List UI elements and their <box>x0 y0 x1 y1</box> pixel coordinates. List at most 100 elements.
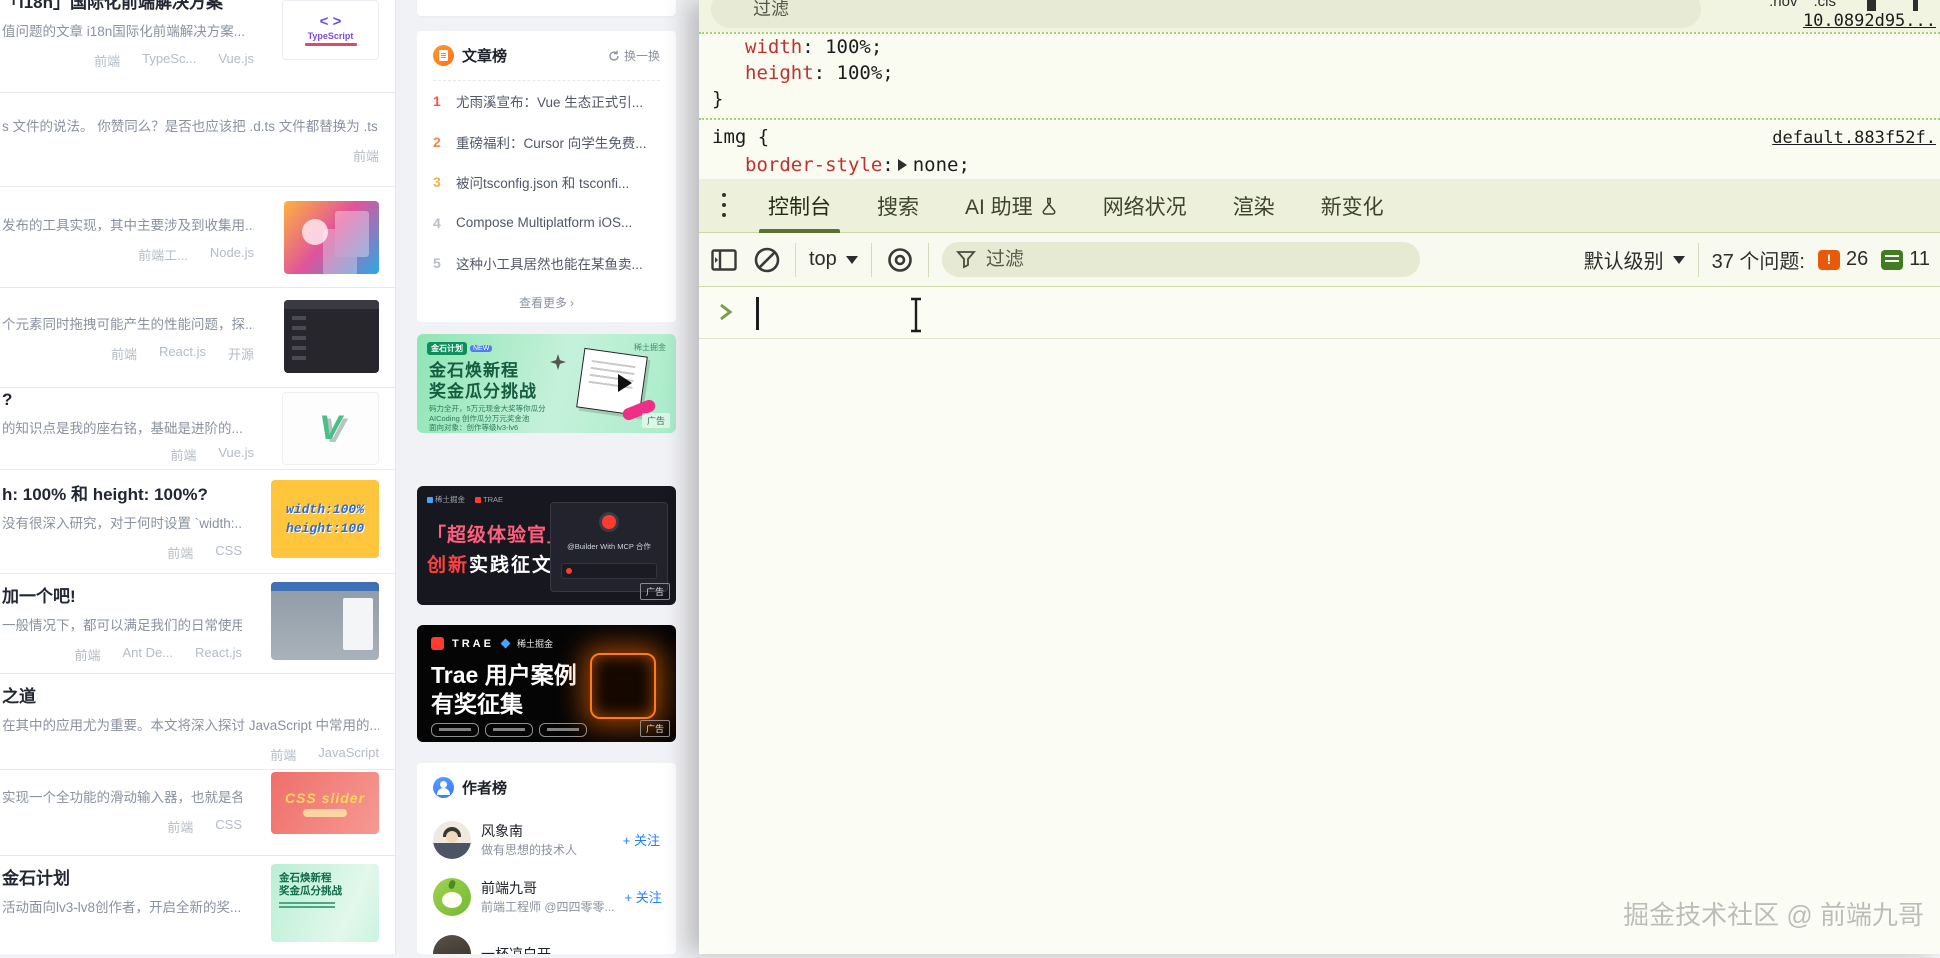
tag[interactable]: JavaScript <box>318 745 379 764</box>
tag[interactable]: React.js <box>159 344 206 363</box>
avatar[interactable] <box>433 935 471 955</box>
tab-search[interactable]: 搜索 <box>854 179 942 233</box>
cls-toggle[interactable]: .cls <box>1814 0 1837 10</box>
refresh-button[interactable]: 换一换 <box>608 47 660 64</box>
article-thumbnail-jinshi[interactable]: 金石焕新程 奖金瓜分挑战 <box>271 864 379 942</box>
rank-item[interactable]: 2 重磅福利：Cursor 向学生免费... <box>433 122 660 163</box>
context-selector[interactable]: top <box>809 248 858 271</box>
author-name[interactable]: 一杯凉白开 <box>481 944 551 955</box>
tab-console[interactable]: 控制台 <box>745 179 854 233</box>
tag[interactable]: 前端 <box>170 445 196 464</box>
kebab-menu-icon[interactable] <box>711 189 737 223</box>
css-declaration[interactable]: width: 100%; <box>745 36 882 58</box>
article-tags: 前端 Ant De... React.js <box>2 645 242 664</box>
author-item[interactable]: 前端九哥 前端工程师 @四四零零... + 关注 <box>433 868 660 925</box>
tag[interactable]: Vue.js <box>218 445 254 464</box>
eye-icon[interactable] <box>885 245 915 275</box>
author-item[interactable]: 一杯凉白开 <box>433 925 660 954</box>
log-level-selector[interactable]: 默认级别 <box>1584 245 1685 274</box>
feed-article[interactable]: 金石计划 活动面向lv3-lv8创作者，开启全新的奖... 金石焕新程 奖金瓜分… <box>0 856 395 958</box>
article-thumbnail-css-slider[interactable]: CSS slider <box>271 772 379 834</box>
article-title[interactable]: h: 100% 和 height: 100%? <box>2 480 242 505</box>
tag[interactable]: 前端 <box>94 51 120 70</box>
article-thumbnail-gradient[interactable] <box>284 201 379 274</box>
author-rank-card: 作者榜 风象南 做有思想的技术人 + 关注 前端九哥 前端工程师 @四四零零..… <box>417 763 676 954</box>
article-thumbnail-app-screenshot[interactable] <box>284 300 379 373</box>
tag[interactable]: CSS <box>215 817 242 836</box>
feed-article[interactable]: h: 100% 和 height: 100%? 没有很深入研究，对于何时设置 `… <box>0 470 395 574</box>
article-thumbnail-table-screenshot[interactable] <box>271 582 379 660</box>
tag[interactable]: 开源 <box>228 344 254 363</box>
article-title[interactable]: 加一个吧! <box>2 582 242 607</box>
feed-article[interactable]: 发布的工具实现，其中主要涉及到收集用... 前端工... Node.js <box>0 187 395 288</box>
expand-triangle-icon[interactable] <box>898 159 907 171</box>
feed-article[interactable]: 之道 在其中的应用尤为重要。本文将深入探讨 JavaScript 中常用的...… <box>0 674 395 770</box>
tag[interactable]: 前端 <box>353 146 379 165</box>
rank-item[interactable]: 4 Compose Multiplatform iOS... <box>433 203 660 244</box>
article-rank-title: 文章榜 <box>462 45 507 66</box>
console-output-area[interactable]: 掘金技术社区 @ 前端九哥 <box>699 288 1940 954</box>
tag[interactable]: 前端 <box>111 344 137 363</box>
author-name[interactable]: 风象南 <box>481 821 577 841</box>
feed-article[interactable]: 「i18n」国际化前端解决方案 值问题的文章 i18n国际化前端解决方案... … <box>0 0 395 93</box>
feed-article[interactable]: 个元素同时拖拽可能产生的性能问题，探... 前端 React.js 开源 <box>0 288 395 388</box>
tag[interactable]: 前端 <box>270 745 296 764</box>
ad-banner-trae-essay[interactable]: 稀土掘金 TRAE 「超级体验官」 创新实践征文 @Builder With M… <box>417 486 676 605</box>
feed-article[interactable]: s 文件的说法。 你赞同么？是否也应该把 .d.ts 文件都替换为 .ts...… <box>0 93 395 187</box>
feed-article[interactable]: 加一个吧! 一般情况下，都可以满足我们的日常使用... 前端 Ant De...… <box>0 574 395 674</box>
divider <box>699 118 1940 120</box>
tag[interactable]: 前端 <box>74 645 100 664</box>
ad-banner-trae-case[interactable]: TRAE 稀土掘金 Trae 用户案例 有奖征集 广告 <box>417 625 676 742</box>
clear-console-icon[interactable] <box>752 245 782 275</box>
article-thumbnail-width-height[interactable]: width:100% height:100 <box>271 480 379 558</box>
console-sidebar-toggle-icon[interactable] <box>709 245 739 275</box>
tab-rendering[interactable]: 渲染 <box>1210 179 1298 233</box>
stylesheet-link[interactable]: 10.0892d95... <box>1803 11 1936 31</box>
rank-item[interactable]: 1 尤雨溪宣布：Vue 生态正式引... <box>433 81 660 122</box>
issues-error-badge[interactable]: 26 <box>1818 248 1868 271</box>
tag[interactable]: CSS <box>215 543 242 562</box>
rank-item[interactable]: 3 被问tsconfig.json 和 tsconfi... <box>433 162 660 203</box>
console-filter-input[interactable] <box>942 242 1420 277</box>
tag[interactable]: Vue.js <box>218 51 254 70</box>
tab-whats-new[interactable]: 新变化 <box>1298 179 1407 233</box>
tab-ai-assistant[interactable]: AI 助理 <box>942 179 1080 233</box>
css-selector[interactable]: img { <box>712 126 769 148</box>
tag[interactable]: 前端 <box>167 543 193 562</box>
rank-item[interactable]: 5 这种小工具居然也能在某鱼卖... <box>433 243 660 284</box>
hov-toggle[interactable]: :hov <box>1769 0 1797 10</box>
article-title[interactable]: 之道 <box>2 682 379 707</box>
styles-filter-input[interactable] <box>711 0 1701 28</box>
article-title[interactable]: 「i18n」国际化前端解决方案 <box>2 0 254 13</box>
thumbnail-accent-bar <box>305 43 357 46</box>
follow-button[interactable]: + 关注 <box>625 887 662 906</box>
stylesheet-link[interactable]: default.883f52f. <box>1772 128 1936 148</box>
ad-bullets: 码力全开，5万元现金大奖等你瓜分 AICoding 创作瓜分万元奖金池 面向对象… <box>429 404 546 433</box>
article-title[interactable]: ? <box>2 390 254 410</box>
view-more-link[interactable]: 查看更多 › <box>433 284 660 322</box>
tag[interactable]: Ant De... <box>122 645 173 664</box>
ad-banner-jinshi[interactable]: 金石计划 NEW 稀土掘金 金石焕新程 奖金瓜分挑战 码力全开，5万元现金大奖等… <box>417 334 676 433</box>
author-name[interactable]: 前端九哥 <box>481 878 615 898</box>
avatar[interactable] <box>433 878 471 916</box>
article-thumbnail-vue-logo[interactable] <box>282 392 379 465</box>
article-thumbnail-typescript[interactable]: TypeScript <box>282 0 379 60</box>
tag[interactable]: 前端工... <box>138 245 188 264</box>
article-excerpt: 值问题的文章 i18n国际化前端解决方案... <box>2 20 254 40</box>
author-rank-header: 作者榜 <box>433 763 660 811</box>
issues-message-badge[interactable]: 11 <box>1881 248 1930 271</box>
feed-article[interactable]: 实现一个全功能的滑动输入器，也就是各... 前端 CSS CSS slider <box>0 770 395 856</box>
author-item[interactable]: 风象南 做有思想的技术人 + 关注 <box>433 811 660 868</box>
feed-article[interactable]: ? 的知识点是我的座右铭，基础是进阶的... 前端 Vue.js <box>0 388 395 470</box>
css-declaration[interactable]: height: 100%; <box>745 62 894 84</box>
css-declaration[interactable]: border-style:none; <box>745 154 970 176</box>
article-title[interactable]: 金石计划 <box>2 864 242 889</box>
tag[interactable]: Node.js <box>210 245 254 264</box>
tag[interactable]: TypeSc... <box>142 51 196 70</box>
console-prompt-row[interactable] <box>699 288 1940 339</box>
avatar[interactable] <box>433 821 471 859</box>
tag[interactable]: 前端 <box>167 817 193 836</box>
tag[interactable]: React.js <box>195 645 242 664</box>
follow-button[interactable]: + 关注 <box>623 830 660 849</box>
tab-network-conditions[interactable]: 网络状况 <box>1080 179 1210 233</box>
